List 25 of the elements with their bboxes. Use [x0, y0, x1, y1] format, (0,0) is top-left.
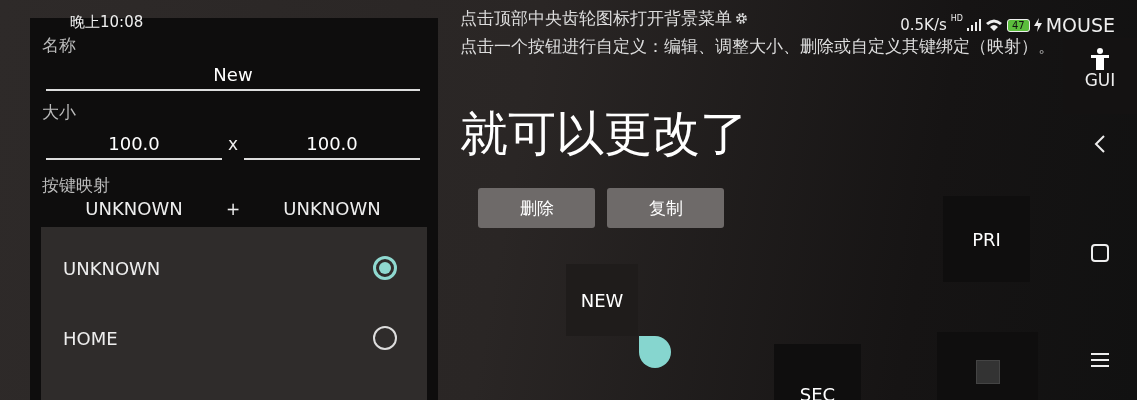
key-value[interactable]: UNKNOWN [46, 198, 222, 219]
option-label[interactable]: HOME [63, 327, 118, 349]
height-field[interactable]: 100.0 [244, 125, 420, 160]
field-label: 名称 [42, 34, 77, 56]
key-value[interactable]: UNKNOWN [244, 198, 420, 219]
action-button[interactable]: 复制 [607, 188, 724, 228]
hint-text: 点击顶部中央齿轮图标打开背景菜单 [460, 7, 732, 30]
action-button[interactable]: 删除 [478, 188, 595, 228]
key-plus: + [224, 199, 242, 219]
headline: 就可以更改了 [460, 104, 749, 163]
battery-level: 47 [1006, 18, 1030, 32]
hd-label: HD [950, 14, 963, 23]
status-time: 晚上10:08 [70, 13, 144, 32]
control-button[interactable]: SEC [774, 344, 861, 400]
control-button[interactable]: PRI [943, 196, 1030, 282]
field-label: 按键映射 [42, 174, 111, 196]
hint-text: 点击一个按钮进行自定义：编辑、调整大小、删除或自定义其键绑定（映射）。 [460, 35, 1056, 58]
name-field[interactable]: New [46, 56, 420, 91]
mode-label: MOUSE [1045, 14, 1115, 36]
option-label[interactable]: UNKNOWN [63, 257, 161, 279]
network-speed: 0.5K/s [900, 16, 947, 34]
control-button[interactable]: NEW [566, 264, 638, 336]
field-label: 大小 [42, 101, 77, 123]
width-field[interactable]: 100.0 [46, 125, 222, 160]
size-separator: x [226, 134, 240, 156]
